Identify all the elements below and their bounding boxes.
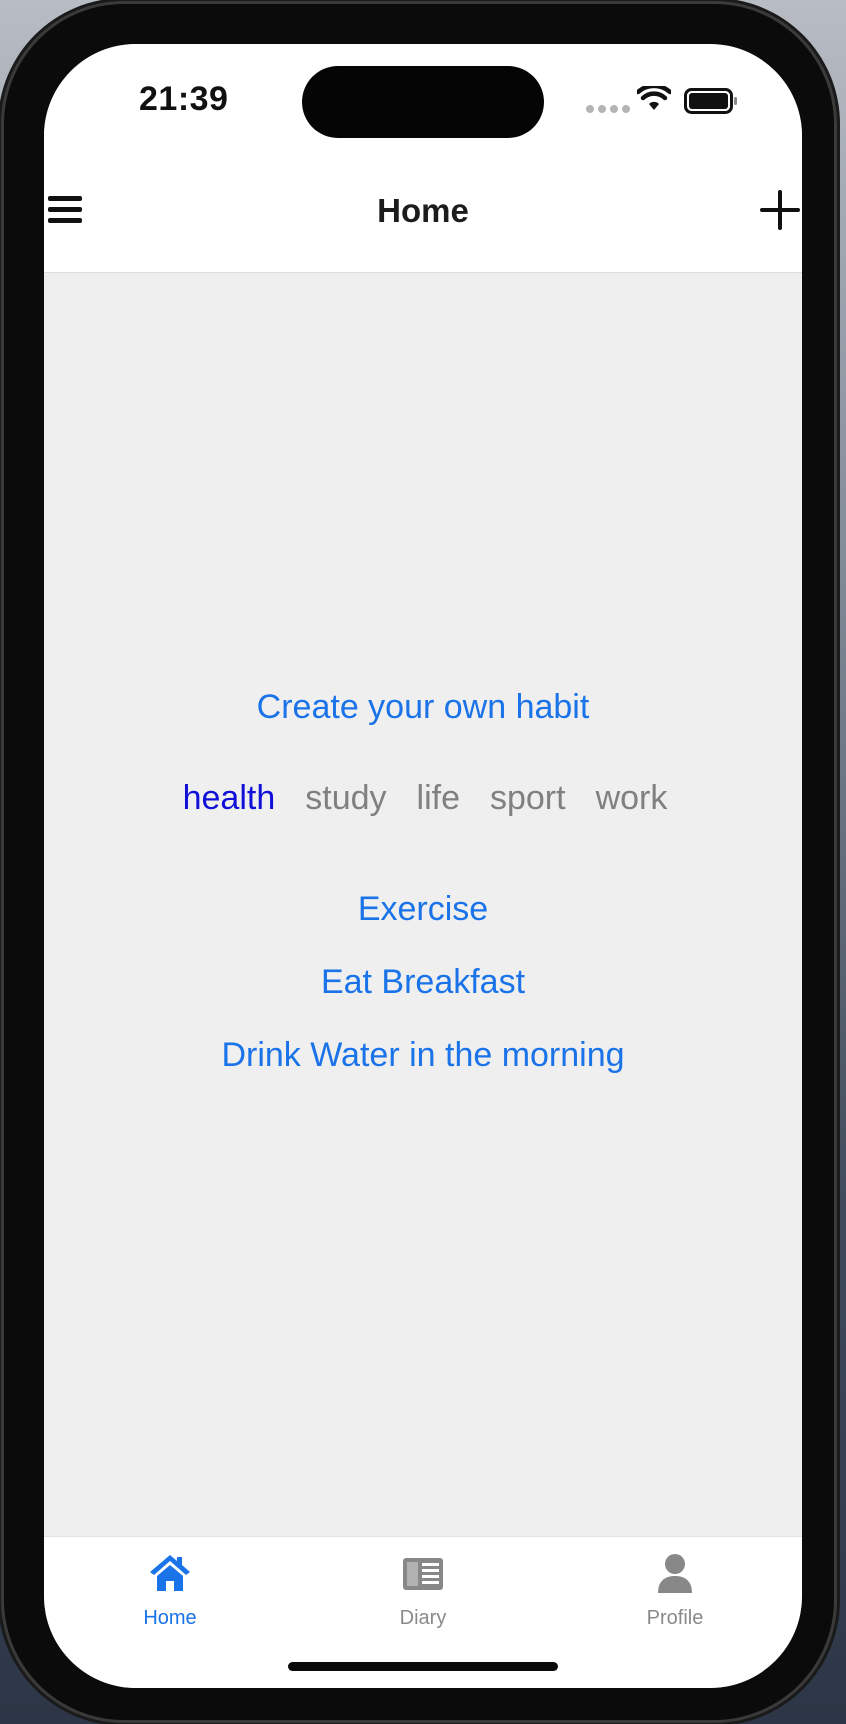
home-icon [150, 1555, 190, 1591]
battery-icon [684, 88, 737, 114]
habit-item-drink-water[interactable]: Drink Water in the morning [44, 1036, 802, 1109]
tab-profile[interactable]: Profile [605, 1551, 745, 1630]
status-bar: 21:39 [44, 44, 802, 154]
category-health[interactable]: health [183, 779, 276, 818]
category-life[interactable]: life [417, 779, 460, 818]
dynamic-island [302, 66, 544, 138]
tab-profile-label: Profile [646, 1607, 704, 1629]
status-time: 21:39 [139, 80, 229, 118]
habit-item-eat-breakfast[interactable]: Eat Breakfast [44, 963, 802, 1036]
page-title: Home [377, 192, 469, 229]
create-habit-link[interactable]: Create your own habit [44, 688, 802, 727]
category-work[interactable]: work [596, 779, 668, 818]
tab-home-label: Home [143, 1607, 197, 1629]
tab-diary[interactable]: Diary [353, 1551, 493, 1630]
navigation-header: Home [44, 154, 802, 273]
tab-home[interactable]: Home [100, 1551, 240, 1630]
category-tabs: health study life sport work [44, 779, 802, 818]
habit-list: Exercise Eat Breakfast Drink Water in th… [44, 890, 802, 1109]
plus-icon[interactable] [760, 190, 800, 230]
category-sport[interactable]: sport [490, 779, 566, 818]
tab-diary-label: Diary [399, 1607, 447, 1629]
cellular-signal-icon [586, 105, 630, 113]
diary-icon [403, 1558, 443, 1590]
category-study[interactable]: study [305, 779, 386, 818]
home-indicator[interactable] [288, 1662, 558, 1671]
phone-screen: 21:39 Home Create your own habit health … [44, 44, 802, 1688]
wifi-icon [637, 86, 671, 110]
main-content: Create your own habit health study life … [44, 273, 802, 1575]
habit-item-exercise[interactable]: Exercise [44, 890, 802, 963]
phone-frame: 21:39 Home Create your own habit health … [4, 4, 834, 1720]
profile-icon [658, 1554, 692, 1593]
